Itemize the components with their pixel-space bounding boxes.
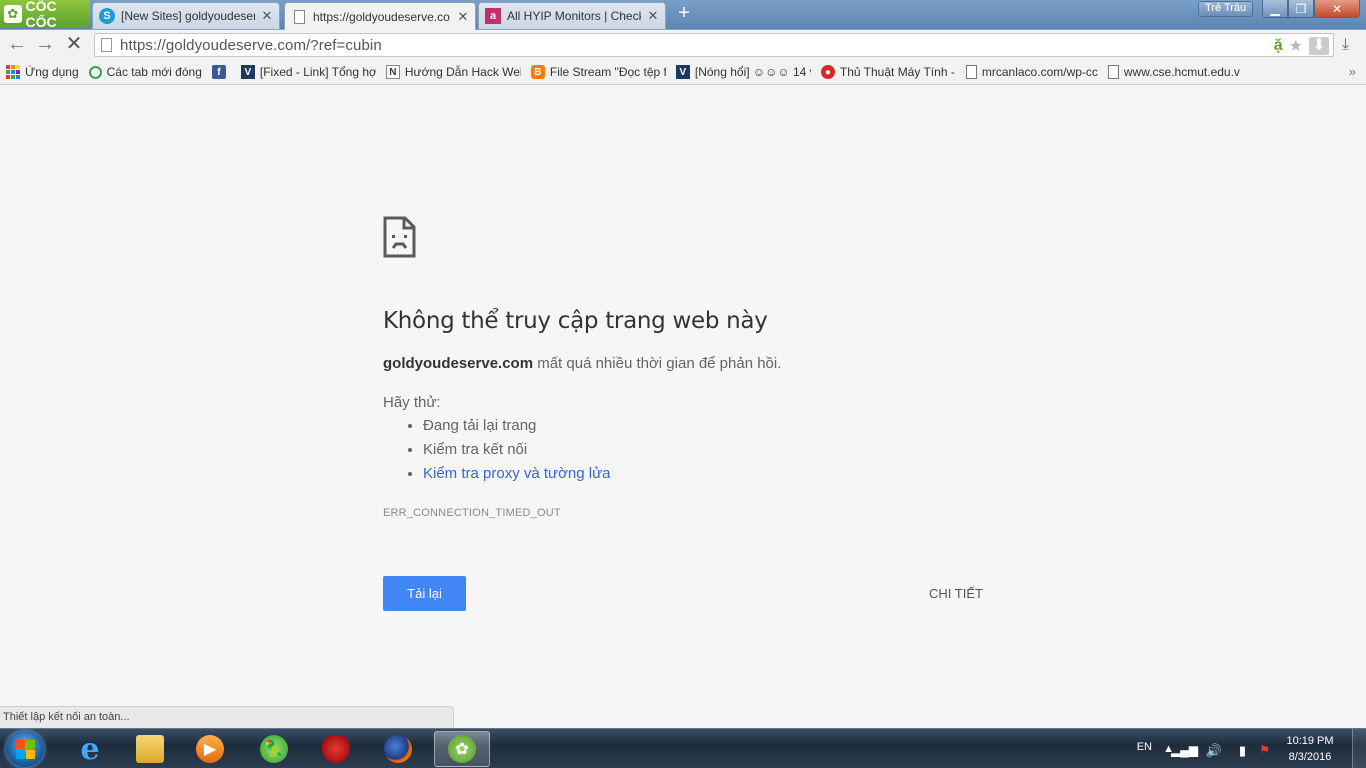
bookmarks-overflow-icon[interactable]: » — [1349, 64, 1356, 79]
taskbar-ie[interactable]: e — [64, 731, 116, 767]
windows-logo-icon — [15, 739, 35, 759]
tab-goldyoudeserve[interactable]: https://goldyoudeserve.co ✕ — [284, 2, 476, 30]
clock-date: 8/3/2016 — [1288, 751, 1332, 763]
close-window-button[interactable]: ✕ — [1314, 0, 1360, 18]
explorer-icon — [136, 735, 164, 763]
tab-new-sites[interactable]: S [New Sites] goldyoudeserv ✕ — [92, 2, 280, 29]
parrot-icon: 🦜 — [260, 735, 288, 763]
suggestion-check-connection: Kiểm tra kết nối — [423, 441, 611, 465]
a-icon: a — [485, 8, 501, 24]
clock[interactable]: 10:19 PM 8/3/2016 — [1280, 733, 1340, 765]
tab-close-icon[interactable]: ✕ — [457, 9, 469, 25]
bookmark-file-stream[interactable]: B File Stream "Đọc tệp f — [530, 65, 666, 79]
toolbar: ← → ✕ https://goldyoudeserve.com/?ref=cu… — [0, 30, 1366, 60]
tab-title: [New Sites] goldyoudeserv — [121, 9, 255, 23]
address-bar[interactable]: https://goldyoudeserve.com/?ref=cubin ặ … — [94, 33, 1334, 57]
apps-icon — [6, 65, 20, 79]
check-proxy-link[interactable]: Kiểm tra proxy và tường lửa — [423, 465, 611, 482]
blogger-icon: B — [530, 65, 545, 79]
taskbar-coccoc[interactable]: ✿ — [434, 731, 490, 767]
tab-close-icon[interactable]: ✕ — [647, 8, 659, 24]
details-button[interactable]: CHI TIẾT — [918, 576, 994, 611]
forward-icon[interactable]: → — [34, 34, 56, 56]
skype-icon: S — [99, 8, 115, 24]
taskbar-media-player[interactable]: ▶ — [184, 731, 236, 767]
volume-icon[interactable]: 🔊 — [1206, 743, 1222, 759]
coccoc-leaf-icon: ✿ — [4, 5, 22, 23]
clock-time: 10:19 PM — [1286, 735, 1334, 747]
tab-hyip-monitors[interactable]: a All HYIP Monitors | Check ✕ — [478, 2, 666, 29]
stop-icon[interactable]: ✕ — [63, 34, 85, 56]
coccoc-icon: ✿ — [448, 735, 476, 763]
bookmark-thu-thuat[interactable]: ● Thủ Thuật Máy Tính - — [820, 65, 956, 79]
taskbar-parrot[interactable]: 🦜 — [248, 731, 300, 767]
back-icon[interactable]: ← — [6, 34, 28, 56]
bag-icon — [322, 735, 350, 763]
bookmark-hack-guide[interactable]: N Hướng Dẫn Hack Wel — [385, 65, 521, 79]
sad-page-icon — [383, 216, 416, 258]
error-title: Không thể truy cập trang web này — [383, 308, 768, 334]
bookmark-star-icon[interactable]: ★ — [1289, 36, 1303, 56]
download-icon[interactable]: ⬇ — [1309, 37, 1329, 55]
start-button[interactable] — [6, 731, 44, 767]
facebook-icon: f — [211, 65, 226, 79]
logo-text: CỐC CỐC — [25, 0, 57, 30]
bookmark-mrcanlaco[interactable]: mrcanlaco.com/wp-cc — [965, 65, 1098, 79]
red-icon: ● — [820, 65, 835, 79]
doc-icon — [965, 65, 977, 79]
address-url[interactable]: https://goldyoudeserve.com/?ref=cubin — [120, 37, 382, 54]
try-label: Hãy thử: — [383, 394, 441, 411]
bookmark-fixed-link[interactable]: V [Fixed - Link] Tổng hợ — [240, 65, 376, 79]
doc-icon — [1107, 65, 1119, 79]
suggestion-reload: Đang tải lại trang — [423, 417, 611, 441]
taskbar: e ▶ 🦜 ✿ EN ▲ ▂▄▆ 🔊 ▮ ⚑ 10:19 PM 8/3/2016 — [0, 728, 1366, 768]
new-tab-button[interactable]: + — [674, 3, 694, 24]
suggestions-list: Đang tải lại trang Kiểm tra kết nối Kiểm… — [405, 417, 611, 489]
firefox-icon — [384, 735, 412, 763]
history-icon — [88, 65, 102, 79]
suggestion-check-proxy: Kiểm tra proxy và tường lửa — [423, 465, 611, 489]
show-desktop-button[interactable] — [1352, 729, 1366, 768]
page-icon — [291, 9, 307, 25]
error-code: ERR_CONNECTION_TIMED_OUT — [383, 507, 561, 519]
maximize-button[interactable]: ❐ — [1288, 0, 1314, 18]
coccoc-dictionary-icon[interactable]: ặ — [1274, 37, 1283, 55]
profile-badge[interactable]: Trẻ Trâu — [1198, 1, 1254, 17]
reload-button[interactable]: Tải lại — [383, 576, 466, 611]
battery-icon[interactable]: ▮ — [1239, 743, 1246, 759]
action-center-flag-icon[interactable]: ⚑ — [1259, 743, 1270, 757]
v-icon: V — [675, 65, 690, 79]
taskbar-explorer[interactable] — [124, 731, 176, 767]
ie-icon: e — [80, 731, 100, 767]
bookmark-apps[interactable]: Ứng dụng — [6, 65, 79, 79]
download-arrow-icon[interactable]: ⤓ — [1342, 36, 1349, 54]
tab-close-icon[interactable]: ✕ — [261, 8, 273, 24]
tab-title: https://goldyoudeserve.co — [313, 9, 450, 24]
minimize-button[interactable]: ▁ — [1262, 0, 1288, 18]
n-icon: N — [385, 65, 400, 79]
taskbar-bag[interactable] — [310, 731, 362, 767]
tab-title: All HYIP Monitors | Check — [507, 9, 641, 23]
bookmark-nong-hoi[interactable]: V [Nóng hổi] ☺☺☺ 14 v — [675, 65, 811, 79]
bookmark-cse-hcmut[interactable]: www.cse.hcmut.edu.v — [1107, 65, 1240, 79]
error-desc-text: mất quá nhiều thời gian để phản hồi. — [533, 355, 782, 372]
error-description: goldyoudeserve.com mất quá nhiều thời gi… — [383, 355, 781, 372]
media-player-icon: ▶ — [196, 735, 224, 763]
taskbar-firefox[interactable] — [372, 731, 424, 767]
coccoc-logo[interactable]: ✿ CỐC CỐC — [0, 0, 90, 30]
page-icon — [101, 38, 112, 52]
error-host: goldyoudeserve.com — [383, 355, 534, 372]
bookmark-facebook[interactable]: f — [211, 65, 231, 79]
bookmarks-bar: Ứng dụng Các tab mới đóng f V [Fixed - L… — [0, 60, 1366, 85]
bookmark-recent-tabs[interactable]: Các tab mới đóng — [88, 65, 202, 79]
error-page: Không thể truy cập trang web này goldyou… — [0, 86, 1366, 728]
status-bubble: Thiết lập kết nối an toàn... — [0, 706, 454, 728]
network-signal-icon[interactable]: ▂▄▆ — [1171, 743, 1198, 757]
v-icon: V — [240, 65, 255, 79]
tab-strip: ✿ CỐC CỐC S [New Sites] goldyoudeserv ✕ … — [0, 0, 1366, 30]
language-indicator[interactable]: EN — [1137, 741, 1152, 753]
